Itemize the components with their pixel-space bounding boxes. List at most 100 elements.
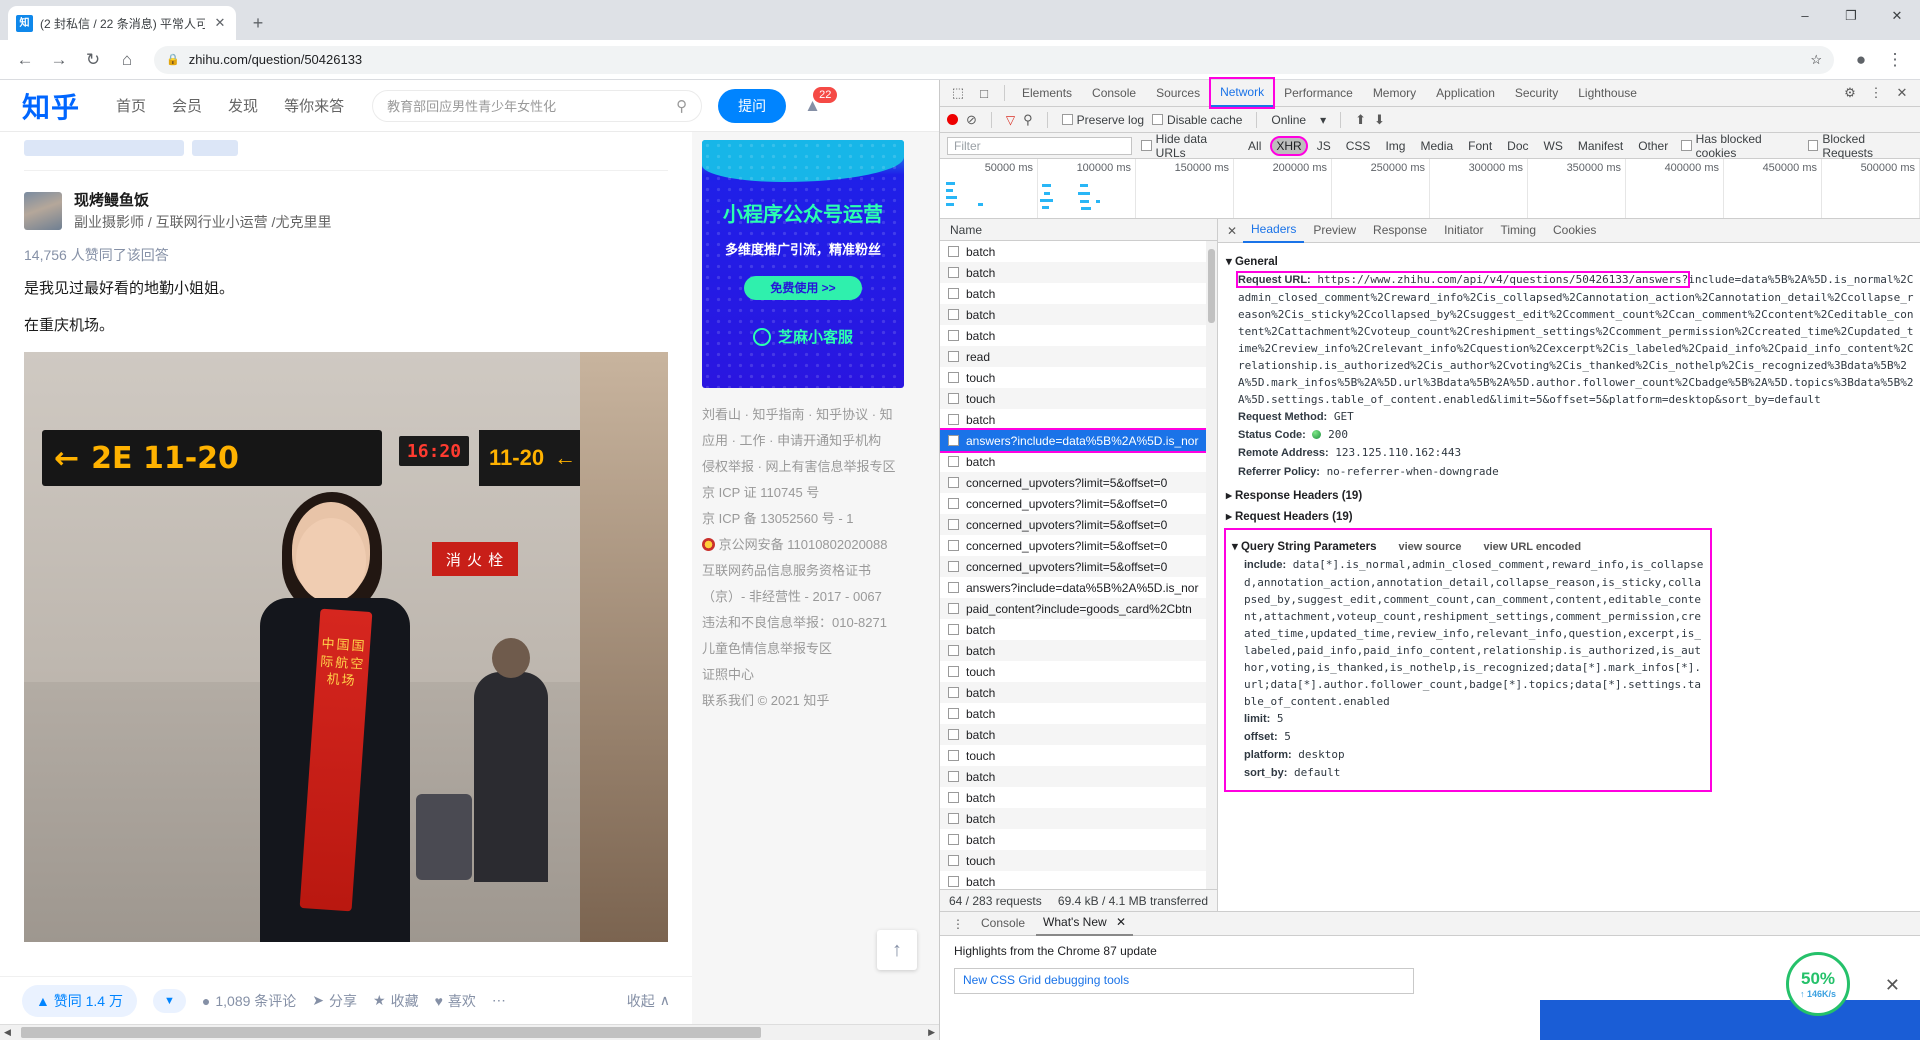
row-checkbox-icon[interactable] xyxy=(948,288,959,299)
filter-css[interactable]: CSS xyxy=(1342,138,1375,154)
drawer-kebab-icon[interactable]: ⋮ xyxy=(946,917,970,931)
row-checkbox-icon[interactable] xyxy=(948,330,959,341)
back-icon[interactable]: ← xyxy=(10,45,40,75)
row-checkbox-icon[interactable] xyxy=(948,498,959,509)
filter-input[interactable]: Filter xyxy=(947,136,1133,155)
like-button[interactable]: ♥ 喜欢 xyxy=(435,991,476,1011)
filter-img[interactable]: Img xyxy=(1381,138,1409,154)
minimize-button[interactable]: – xyxy=(1782,0,1828,32)
tab-sources[interactable]: Sources xyxy=(1147,80,1209,106)
tab-elements[interactable]: Elements xyxy=(1013,80,1081,106)
request-headers-section[interactable]: ▸ Request Headers (19) xyxy=(1226,509,1920,523)
row-checkbox-icon[interactable] xyxy=(948,813,959,824)
favorite-button[interactable]: ★ 收藏 xyxy=(373,991,419,1011)
close-devtools-icon[interactable]: ✕ xyxy=(1890,85,1914,101)
row-checkbox-icon[interactable] xyxy=(948,561,959,572)
table-row[interactable]: concerned_upvoters?limit=5&offset=0 xyxy=(940,472,1217,493)
detail-tab-timing[interactable]: Timing xyxy=(1492,219,1544,242)
row-checkbox-icon[interactable] xyxy=(948,603,959,614)
drawer-tab-console[interactable]: Console xyxy=(974,912,1032,935)
footer-link-contact[interactable]: 联系我们 © 2021 知乎 xyxy=(702,688,908,714)
row-checkbox-icon[interactable] xyxy=(948,456,959,467)
table-row[interactable]: batch xyxy=(940,304,1217,325)
table-row[interactable]: batch xyxy=(940,325,1217,346)
scroll-left-arrow-icon[interactable]: ◀ xyxy=(0,1027,15,1038)
blocked-requests-checkbox[interactable]: Blocked Requests xyxy=(1807,132,1913,160)
row-checkbox-icon[interactable] xyxy=(948,708,959,719)
disable-cache-checkbox[interactable]: Disable cache xyxy=(1152,113,1242,127)
row-checkbox-icon[interactable] xyxy=(948,540,959,551)
filter-xhr[interactable]: XHR xyxy=(1270,135,1308,156)
preserve-log-checkbox[interactable]: Preserve log xyxy=(1061,113,1144,127)
row-checkbox-icon[interactable] xyxy=(948,624,959,635)
row-checkbox-icon[interactable] xyxy=(948,435,959,446)
table-row[interactable]: batch xyxy=(940,619,1217,640)
filter-ws[interactable]: WS xyxy=(1540,138,1567,154)
bookmark-star-icon[interactable]: ☆ xyxy=(1810,52,1822,68)
table-row[interactable]: batch xyxy=(940,766,1217,787)
downvote-button[interactable]: ▼ xyxy=(153,988,186,1013)
table-row[interactable]: batch xyxy=(940,787,1217,808)
home-icon[interactable]: ⌂ xyxy=(112,45,142,75)
tab-network[interactable]: Network xyxy=(1209,77,1276,109)
detail-tab-cookies[interactable]: Cookies xyxy=(1545,219,1604,242)
comments-button[interactable]: ● 1,089 条评论 xyxy=(202,991,296,1011)
table-row[interactable]: batch xyxy=(940,451,1217,472)
sidebar-advertisement[interactable]: 小程序公众号运营 多维度推广引流，精准粉丝 免费使用 >> 芝麻小客服 xyxy=(702,140,904,388)
row-checkbox-icon[interactable] xyxy=(948,414,959,425)
table-row[interactable]: concerned_upvoters?limit=5&offset=0 xyxy=(940,535,1217,556)
tab-performance[interactable]: Performance xyxy=(1275,80,1362,106)
request-list-header[interactable]: Name xyxy=(940,219,1217,241)
filter-font[interactable]: Font xyxy=(1464,138,1496,154)
table-row[interactable]: batch xyxy=(940,262,1217,283)
row-checkbox-icon[interactable] xyxy=(948,582,959,593)
table-row[interactable]: batch xyxy=(940,283,1217,304)
request-list-scrollbar[interactable] xyxy=(1206,241,1217,889)
throttling-dropdown[interactable]: Online ▾ xyxy=(1271,113,1326,127)
table-row[interactable]: answers?include=data%5B%2A%5D.is_nor xyxy=(940,577,1217,598)
view-url-encoded-link[interactable]: view URL encoded xyxy=(1483,541,1581,553)
more-actions-icon[interactable]: ⋯ xyxy=(492,992,506,1009)
row-checkbox-icon[interactable] xyxy=(948,645,959,656)
row-checkbox-icon[interactable] xyxy=(948,477,959,488)
tab-console[interactable]: Console xyxy=(1083,80,1145,106)
filter-media[interactable]: Media xyxy=(1416,138,1457,154)
table-row[interactable]: batch xyxy=(940,241,1217,262)
maximize-button[interactable]: ❐ xyxy=(1828,0,1874,32)
nav-item-explore[interactable]: 发现 xyxy=(228,95,258,116)
search-icon[interactable]: ⚲ xyxy=(1023,112,1033,128)
device-toolbar-icon[interactable]: □ xyxy=(972,86,996,101)
filter-doc[interactable]: Doc xyxy=(1503,138,1532,154)
detail-tab-preview[interactable]: Preview xyxy=(1305,219,1364,242)
table-row[interactable]: answers?include=data%5B%2A%5D.is_nor xyxy=(940,428,1217,453)
footer-link-license-center[interactable]: 证照中心 xyxy=(702,662,908,688)
filter-manifest[interactable]: Manifest xyxy=(1574,138,1627,154)
row-checkbox-icon[interactable] xyxy=(948,519,959,530)
row-checkbox-icon[interactable] xyxy=(948,372,959,383)
inspect-element-icon[interactable]: ⬚ xyxy=(946,85,970,101)
tab-application[interactable]: Application xyxy=(1427,80,1504,106)
import-har-icon[interactable]: ⬆ xyxy=(1355,112,1366,128)
detail-tab-headers[interactable]: Headers xyxy=(1243,218,1305,243)
table-row[interactable]: batch xyxy=(940,682,1217,703)
tab-lighthouse[interactable]: Lighthouse xyxy=(1569,80,1646,106)
export-har-icon[interactable]: ⬇ xyxy=(1374,112,1385,128)
filter-js[interactable]: JS xyxy=(1313,138,1335,154)
row-checkbox-icon[interactable] xyxy=(948,729,959,740)
scroll-right-arrow-icon[interactable]: ▶ xyxy=(924,1027,939,1038)
ask-question-button[interactable]: 提问 xyxy=(718,88,787,123)
author-name[interactable]: 现烤鳗鱼饭 xyxy=(74,189,331,210)
zhihu-logo[interactable]: 知乎 xyxy=(22,86,80,126)
row-checkbox-icon[interactable] xyxy=(948,393,959,404)
avatar[interactable] xyxy=(24,191,62,230)
hide-data-urls-checkbox[interactable]: Hide data URLs xyxy=(1141,132,1235,160)
upvote-button[interactable]: ▲ 赞同 1.4 万 xyxy=(22,984,137,1017)
table-row[interactable]: touch xyxy=(940,661,1217,682)
reload-icon[interactable]: ↻ xyxy=(78,45,108,75)
table-row[interactable]: batch xyxy=(940,724,1217,745)
table-row[interactable]: touch xyxy=(940,850,1217,871)
table-row[interactable]: concerned_upvoters?limit=5&offset=0 xyxy=(940,493,1217,514)
filter-other[interactable]: Other xyxy=(1634,138,1672,154)
row-checkbox-icon[interactable] xyxy=(948,750,959,761)
scrollbar-thumb[interactable] xyxy=(20,1027,761,1038)
